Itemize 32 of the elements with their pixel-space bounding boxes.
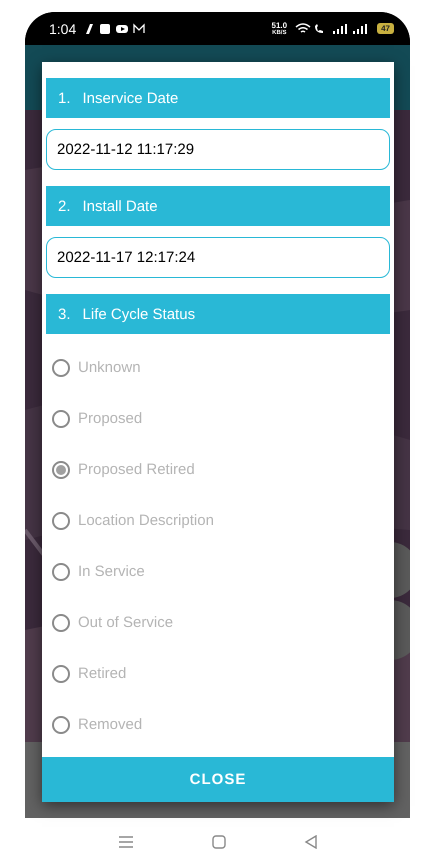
- radio-option[interactable]: Removed: [46, 699, 390, 750]
- radio-option[interactable]: Out of Service: [46, 597, 390, 648]
- section-title: Life Cycle Status: [82, 306, 196, 322]
- radio-button[interactable]: [52, 664, 70, 682]
- section-number: 1.: [58, 90, 71, 106]
- date-field[interactable]: 2022-11-17 12:17:24: [46, 237, 390, 278]
- battery-level: 47: [377, 23, 394, 34]
- radio-option[interactable]: Unknown: [46, 342, 390, 393]
- menu-icon[interactable]: [118, 835, 134, 849]
- radio-button[interactable]: [52, 614, 70, 632]
- section-title: Install Date: [82, 198, 158, 214]
- close-button[interactable]: CLOSE: [42, 757, 394, 802]
- radio-button[interactable]: [52, 562, 70, 580]
- radio-option[interactable]: Location Description: [46, 495, 390, 546]
- radio-button[interactable]: [52, 716, 70, 734]
- clock-time: 1:04: [49, 20, 76, 36]
- section-number: 2.: [58, 198, 71, 214]
- section-number: 3.: [58, 306, 71, 322]
- app-notification-icon: [84, 22, 146, 34]
- radio-option[interactable]: In Service: [46, 546, 390, 597]
- radio-option[interactable]: Retired: [46, 648, 390, 699]
- home-icon[interactable]: [212, 835, 226, 849]
- radio-button[interactable]: [52, 358, 70, 376]
- back-icon[interactable]: [304, 835, 318, 849]
- signal-icon: [295, 22, 370, 34]
- radio-button[interactable]: [52, 460, 70, 478]
- section-title: Inservice Date: [82, 90, 178, 106]
- radio-option[interactable]: Proposed: [46, 393, 390, 444]
- radio-button[interactable]: [52, 410, 70, 428]
- radio-option[interactable]: Proposed Retired: [46, 444, 390, 495]
- radio-button[interactable]: [52, 512, 70, 530]
- date-field[interactable]: 2022-11-12 11:17:29: [46, 129, 390, 170]
